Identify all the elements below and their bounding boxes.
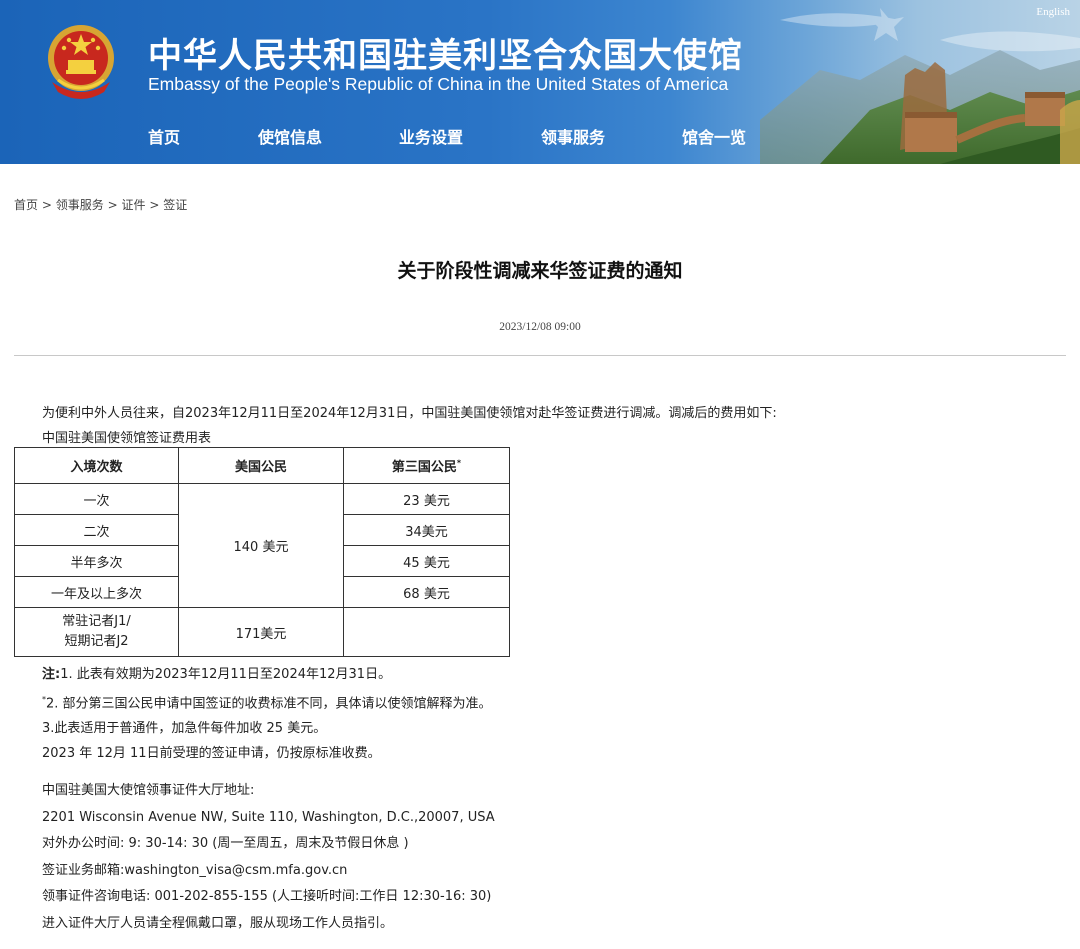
nav-embassy-info[interactable]: 使馆信息	[258, 124, 322, 148]
entry-cell: 半年多次	[14, 545, 179, 577]
article-date: 2023/12/08 09:00	[499, 321, 581, 333]
table-header-row: 入境次数 美国公民 第三国公民*	[14, 447, 510, 484]
breadcrumb-documents[interactable]: 证件	[121, 198, 145, 212]
table-row-journalist: 常驻记者J1/ 短期记者J2 171美元	[14, 607, 510, 657]
contact-section: 中国驻美国大使馆领事证件大厅地址: 2201 Wisconsin Avenue …	[42, 778, 495, 937]
article-intro: 为便利中外人员往来，自2023年12月11日至2024年12月31日，中国驻美国…	[42, 406, 777, 421]
notes-label: 注:	[42, 667, 61, 682]
entry-cell: 一次	[14, 483, 179, 515]
breadcrumb-visa[interactable]: 签证	[163, 198, 187, 212]
title-divider	[14, 355, 1066, 356]
nav-home[interactable]: 首页	[148, 124, 180, 148]
notes-section: 注:1. 此表有效期为2023年12月11日至2024年12月31日。 *2. …	[42, 662, 492, 766]
site-header: 中华人民共和国驻美利坚合众国大使馆 Embassy of the People'…	[0, 0, 1080, 164]
english-language-link[interactable]: English	[1036, 6, 1070, 18]
note-4: 2023 年 12月 11日前受理的签证申请，仍按原标准收费。	[42, 746, 381, 762]
entry-cell: 一年及以上多次	[14, 576, 179, 608]
third-fee-cell: 23 美元	[343, 483, 510, 515]
visa-email: 签证业务邮箱:washington_visa@csm.mfa.gov.cn	[42, 862, 348, 878]
journalist-entry-cell: 常驻记者J1/ 短期记者J2	[14, 607, 179, 657]
table-row: 一次 140 美元 23 美元	[14, 483, 510, 608]
nav-departments[interactable]: 业务设置	[399, 124, 463, 148]
asterisk-mark: *	[456, 458, 462, 468]
third-fee-cell: 45 美元	[343, 545, 510, 577]
third-fee-cell: 34美元	[343, 514, 510, 546]
third-fee-cell: 68 美元	[343, 576, 510, 608]
us-fee-cell: 140 美元	[178, 483, 344, 608]
journalist-fee-cell: 171美元	[178, 607, 344, 657]
hall-address-label: 中国驻美国大使馆领事证件大厅地址:	[42, 783, 255, 798]
visa-fee-table: 入境次数 美国公民 第三国公民* 一次 140 美元 23 美元 二次 34美元…	[14, 447, 510, 657]
note-2: *2. 部分第三国公民申请中国签证的收费标准不同，具体请以使领馆解释为准。	[42, 695, 492, 712]
breadcrumb-separator: >	[149, 198, 160, 212]
nav-consular-services[interactable]: 领事服务	[541, 124, 605, 148]
main-navigation: 首页 使馆信息 业务设置 领事服务 馆舍一览	[0, 124, 800, 148]
site-title-english: Embassy of the People's Republic of Chin…	[148, 74, 729, 94]
header-entries: 入境次数	[14, 447, 179, 484]
article-title: 关于阶段性调减来华签证费的通知	[397, 260, 683, 282]
breadcrumb-separator: >	[41, 198, 52, 212]
header-us-citizens: 美国公民	[178, 447, 344, 484]
note-3: 3.此表适用于普通件，加急件每件加收 25 美元。	[42, 721, 327, 737]
journalist-third-cell	[343, 607, 510, 657]
mask-notice: 进入证件大厅人员请全程佩戴口罩，服从现场工作人员指引。	[42, 915, 394, 931]
hall-address: 2201 Wisconsin Avenue NW, Suite 110, Was…	[42, 809, 495, 825]
breadcrumb: 首页 > 领事服务 > 证件 > 签证	[14, 196, 187, 213]
note-1: 注:1. 此表有效期为2023年12月11日至2024年12月31日。	[42, 667, 392, 682]
site-title-chinese: 中华人民共和国驻美利坚合众国大使馆	[148, 36, 743, 76]
journalist-line-1: 常驻记者J1/	[62, 614, 131, 629]
national-emblem-icon	[48, 25, 114, 99]
consultation-phone: 领事证件咨询电话: 001-202-855-155 (人工接听时间:工作日 12…	[42, 889, 492, 904]
entry-cell: 二次	[14, 514, 179, 546]
office-hours: 对外办公时间: 9: 30-14: 30 (周一至周五，周末及节假日休息 )	[42, 836, 409, 851]
breadcrumb-home[interactable]: 首页	[14, 198, 38, 212]
breadcrumb-consular-services[interactable]: 领事服务	[56, 198, 104, 212]
breadcrumb-separator: >	[107, 198, 118, 212]
nav-premises[interactable]: 馆舍一览	[682, 124, 746, 148]
journalist-line-2: 短期记者J2	[64, 634, 129, 649]
header-third-country: 第三国公民*	[343, 447, 510, 484]
table-caption: 中国驻美国使领馆签证费用表	[42, 431, 212, 446]
